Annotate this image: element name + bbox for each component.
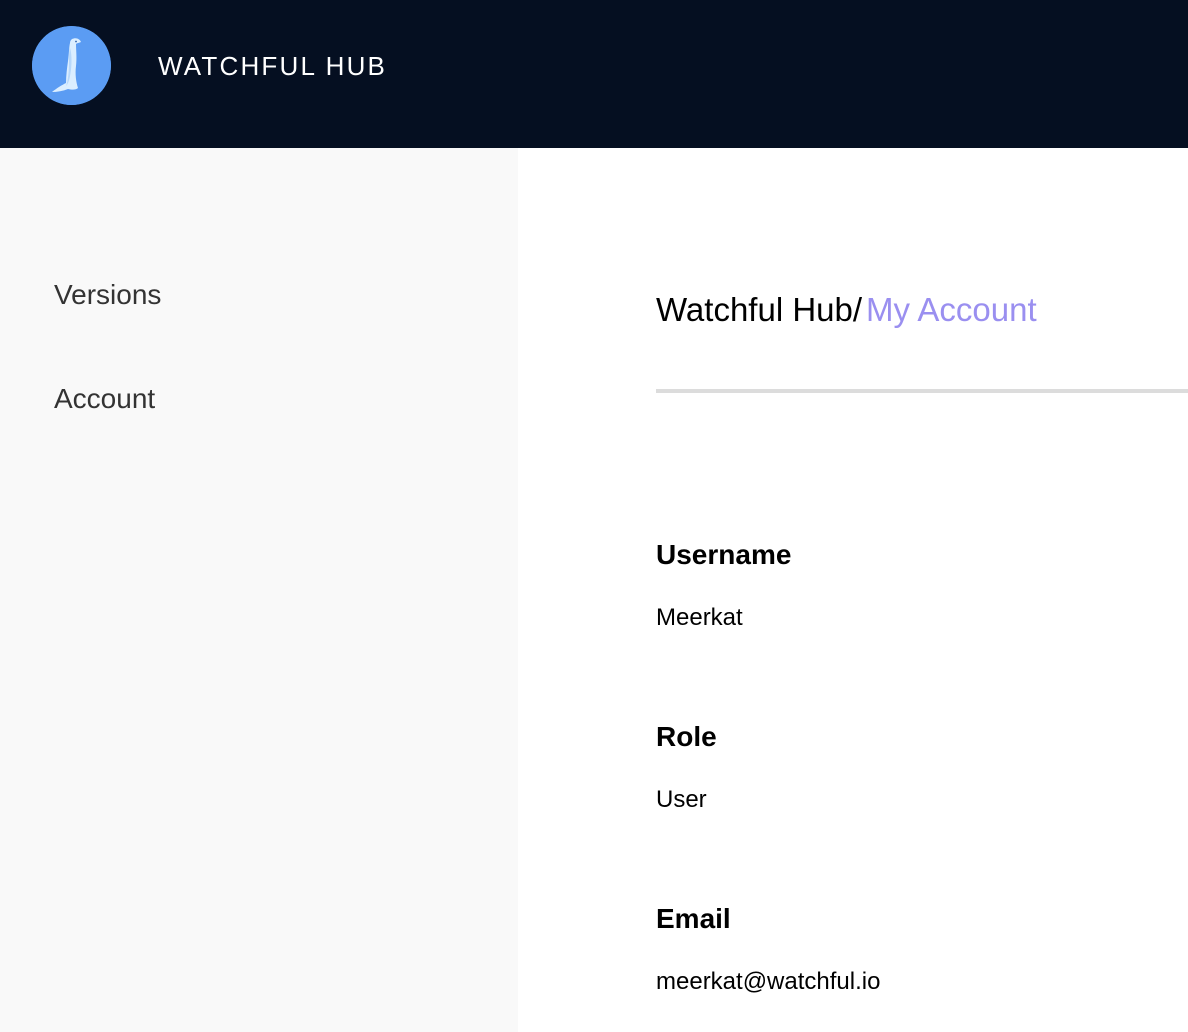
breadcrumb-current: My Account: [866, 291, 1037, 328]
main-content: Watchful Hub/My Account Username Meerkat…: [518, 148, 1188, 1032]
email-label: Email: [656, 903, 731, 934]
sidebar: Versions Account: [0, 148, 518, 1032]
breadcrumb: Watchful Hub/My Account: [656, 290, 1037, 330]
username-label: Username: [656, 539, 792, 570]
breadcrumb-root-link[interactable]: Watchful Hub/: [656, 291, 862, 328]
app-title: WATCHFUL HUB: [158, 51, 388, 81]
divider: [656, 389, 1188, 393]
role-label: Role: [656, 721, 717, 752]
role-value: User: [656, 786, 707, 813]
username-value: Meerkat: [656, 604, 743, 631]
sidebar-item-versions[interactable]: Versions: [54, 278, 161, 312]
top-header: WATCHFUL HUB: [0, 0, 1188, 148]
meerkat-logo-icon[interactable]: [32, 26, 111, 105]
sidebar-item-account[interactable]: Account: [54, 382, 155, 416]
email-value: meerkat@watchful.io: [656, 968, 881, 995]
